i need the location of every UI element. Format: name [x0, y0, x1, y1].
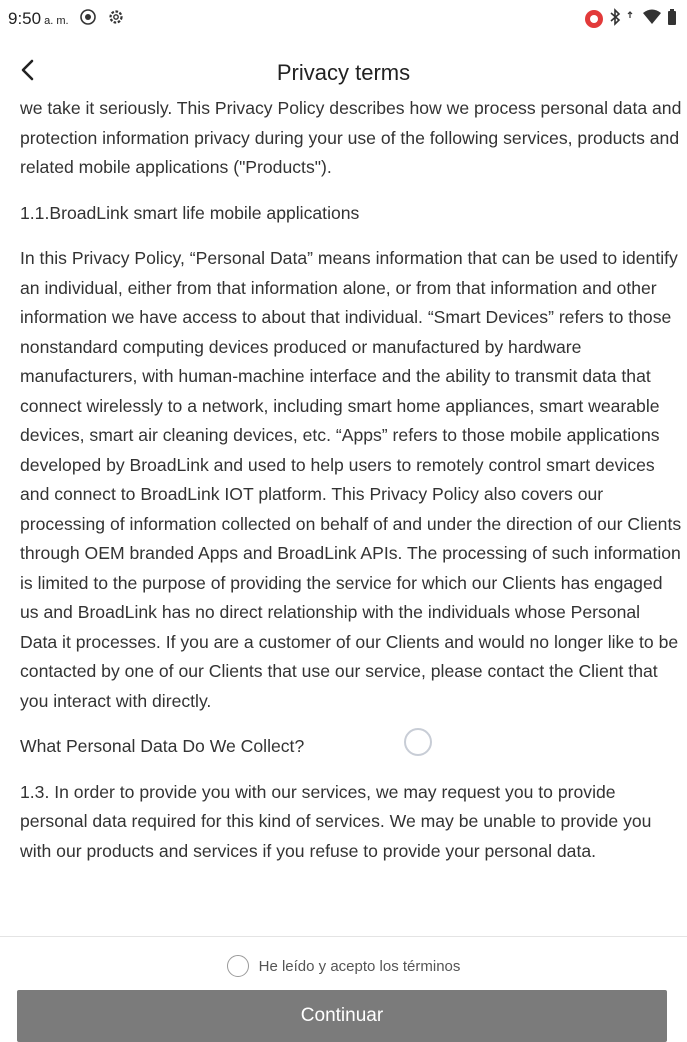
bluetooth-icon	[609, 7, 621, 31]
agree-terms-row[interactable]: He leído y acepto los términos	[0, 950, 687, 982]
continue-button[interactable]: Continuar	[17, 990, 667, 1042]
location-icon	[79, 8, 97, 31]
battery-icon	[667, 8, 677, 31]
status-bar-right	[585, 7, 677, 31]
footer-divider	[0, 936, 687, 937]
wifi-icon	[643, 9, 661, 30]
loading-spinner	[404, 728, 432, 756]
signal-arrows-icon	[627, 8, 637, 31]
section-heading: What Personal Data Do We Collect?	[20, 736, 305, 756]
privacy-terms-content[interactable]: we take it seriously. This Privacy Polic…	[20, 95, 682, 935]
status-time: 9:50 a. m.	[8, 9, 69, 29]
status-time-ampm: a. m.	[44, 15, 69, 27]
page-title: Privacy terms	[276, 60, 411, 85]
section-heading: 1.1.BroadLink smart life mobile applicat…	[20, 202, 360, 223]
agree-terms-radio[interactable]	[226, 955, 249, 977]
content-paragraph: In this Privacy Policy, “Personal Data” …	[20, 248, 682, 711]
settings-icon	[107, 8, 125, 31]
status-bar-left: 9:50 a. m.	[8, 8, 125, 31]
back-button[interactable]	[6, 50, 50, 94]
status-bar: 9:50 a. m.	[0, 0, 687, 38]
agree-terms-label[interactable]: He leído y acepto los términos	[259, 958, 461, 975]
content-paragraph: 1.3. In order to provide you with our se…	[20, 781, 652, 861]
chevron-left-icon	[20, 58, 36, 87]
screen-record-icon	[585, 10, 603, 28]
status-time-value: 9:50	[8, 9, 42, 28]
content-paragraph: we take it seriously. This Privacy Polic…	[20, 98, 682, 177]
